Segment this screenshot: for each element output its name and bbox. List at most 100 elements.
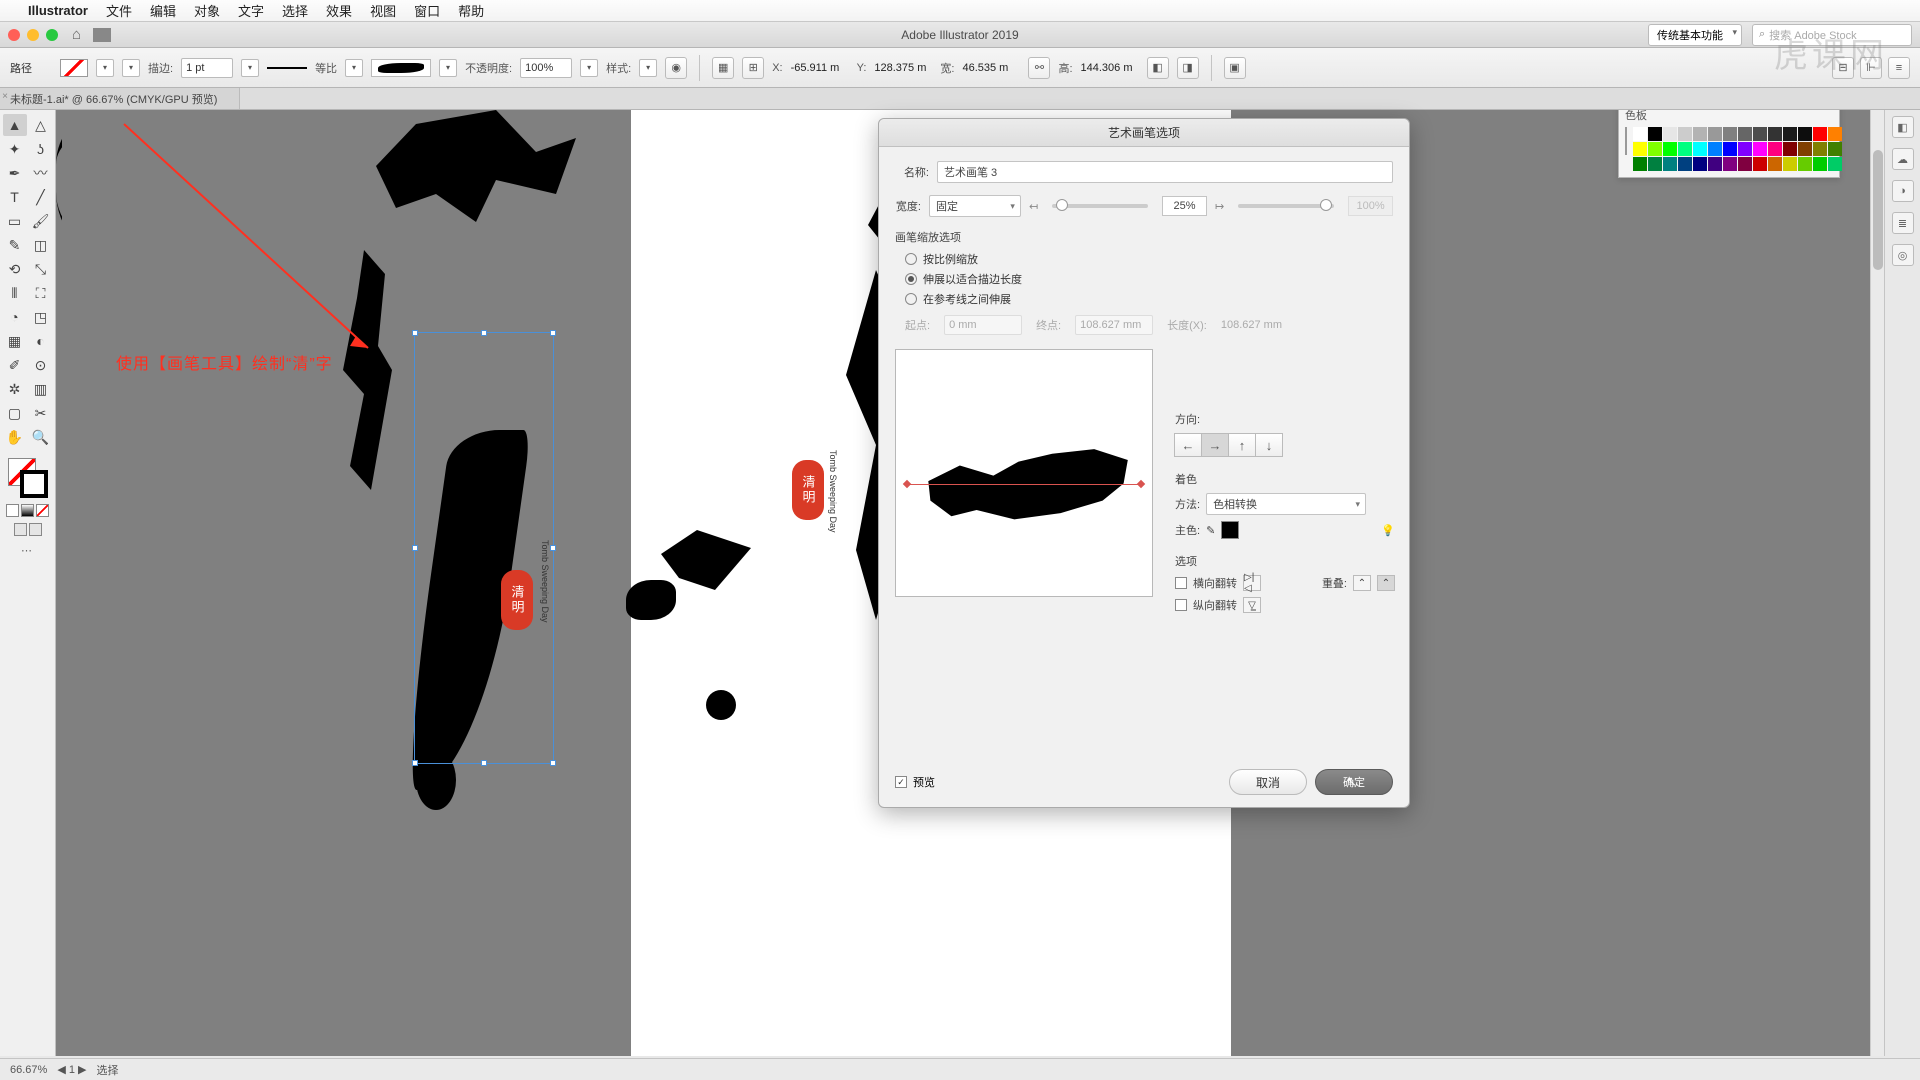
swatch[interactable] [1738,157,1752,171]
swatch[interactable] [1783,127,1797,141]
radio-stretch-guides[interactable]: 在参考线之间伸展 [905,291,1393,307]
swatch[interactable] [1693,157,1707,171]
scale-dropdown[interactable]: ▾ [345,59,363,77]
menu-object[interactable]: 对象 [194,1,220,20]
panel-menu-icon[interactable]: ≡ [1888,57,1910,79]
menu-effect[interactable]: 效果 [326,1,352,20]
swatch[interactable] [1633,157,1647,171]
swatch[interactable] [1738,127,1752,141]
flip-h-checkbox[interactable] [1175,577,1187,589]
swatch[interactable] [1693,142,1707,156]
flip-v-checkbox[interactable] [1175,599,1187,611]
paintbrush-tool[interactable]: 🖌 [29,210,53,232]
zoom-tool[interactable]: 🔍 [29,426,53,448]
h-value[interactable]: 144.306 m [1081,62,1139,74]
edit-toolbar-icon[interactable]: ⋯ [21,544,34,557]
properties-panel-icon[interactable]: ◧ [1892,116,1914,138]
width-slider-right[interactable] [1238,204,1334,208]
fill-stroke-indicator[interactable] [8,458,48,498]
w-value[interactable]: 46.535 m [962,62,1020,74]
width-percent-field[interactable]: 25% [1162,196,1207,216]
close-tab-icon[interactable]: × [0,91,12,102]
swatch[interactable] [1753,127,1767,141]
close-window[interactable] [8,29,20,41]
key-color-chip[interactable] [1221,521,1239,539]
tips-icon[interactable]: 💡 [1381,524,1395,537]
selection-tool[interactable]: ▲ [3,114,27,136]
preview-end-handle[interactable] [1137,480,1145,488]
type-tool[interactable]: T [3,186,27,208]
swatch[interactable] [1753,157,1767,171]
swatch[interactable] [1693,127,1707,141]
eyedropper-icon[interactable]: ✎ [1206,524,1215,537]
vertical-scrollbar[interactable] [1870,110,1884,1056]
brush-dropdown[interactable]: ▾ [439,59,457,77]
dir-down-button[interactable]: ↓ [1255,433,1283,457]
direct-selection-tool[interactable]: △ [29,114,53,136]
swatch[interactable] [1798,157,1812,171]
swatches-panel[interactable]: 色板 [1618,110,1840,178]
dir-left-button[interactable]: ← [1174,433,1202,457]
screen-mode-row[interactable] [14,523,42,536]
ok-button[interactable]: 确定↖ [1315,769,1393,795]
shaper-tool[interactable]: ✎ [3,234,27,256]
swatch[interactable] [1798,127,1812,141]
curvature-tool[interactable]: 〰 [29,162,53,184]
fill-stroke-swatch[interactable] [60,59,88,77]
swatch[interactable] [1768,157,1782,171]
width-tool[interactable]: ⫴ [3,282,27,304]
radio-stretch-fit[interactable]: 伸展以适合描边长度 [905,271,1393,287]
layers-panel-icon[interactable]: ≣ [1892,212,1914,234]
symbol-sprayer-tool[interactable]: ✲ [3,378,27,400]
home-icon[interactable]: ⌂ [72,26,81,43]
swatch[interactable] [1813,157,1827,171]
swatch[interactable] [1708,127,1722,141]
width-slider-left[interactable] [1052,204,1148,208]
link-wh-icon[interactable]: ⚯ [1028,57,1050,79]
menu-view[interactable]: 视图 [370,1,396,20]
menu-select[interactable]: 选择 [282,1,308,20]
y-value[interactable]: 128.375 m [874,62,932,74]
dir-right-button[interactable]: → [1201,433,1229,457]
perspective-tool[interactable]: ◳ [29,306,53,328]
swatch[interactable] [1648,142,1662,156]
preview-checkbox[interactable]: ✓ [895,776,907,788]
free-transform-tool[interactable]: ⛶ [29,282,53,304]
swatch[interactable] [1648,157,1662,171]
mesh-tool[interactable]: ▦ [3,330,27,352]
swatch[interactable] [1663,127,1677,141]
color-panel-icon[interactable]: ◑ [1892,180,1914,202]
swatch[interactable] [1663,157,1677,171]
pen-tool[interactable]: ✒ [3,162,27,184]
stroke-dropdown[interactable]: ▾ [122,59,140,77]
swatch[interactable] [1678,127,1692,141]
menu-help[interactable]: 帮助 [458,1,484,20]
swatch[interactable] [1828,142,1842,156]
column-graph-tool[interactable]: ▥ [29,378,53,400]
stock-search[interactable]: ⌕ 搜索 Adobe Stock [1752,24,1912,46]
minimize-window[interactable] [27,29,39,41]
stroke-weight-field[interactable]: 1 pt [181,58,233,78]
artboard-tool[interactable]: ▢ [3,402,27,424]
hand-tool[interactable]: ✋ [3,426,27,448]
rotate-tool[interactable]: ⟲ [3,258,27,280]
arrange-documents-icon[interactable] [93,28,111,42]
isolate-icon[interactable]: ▣ [1224,57,1246,79]
radio-proportional[interactable]: 按比例缩放 [905,251,1393,267]
slice-tool[interactable]: ✂ [29,402,53,424]
eraser-tool[interactable]: ◫ [29,234,53,256]
blend-tool[interactable]: ⊙ [29,354,53,376]
swatch[interactable] [1783,142,1797,156]
recolor-icon[interactable]: ◉ [665,57,687,79]
menu-edit[interactable]: 编辑 [150,1,176,20]
swatch[interactable] [1768,127,1782,141]
brush-definition[interactable] [371,59,431,77]
app-menu[interactable]: Illustrator [28,3,88,18]
scrollbar-thumb[interactable] [1873,150,1883,270]
menu-file[interactable]: 文件 [106,1,132,20]
transform-icon[interactable]: ⊞ [742,57,764,79]
swatch[interactable] [1723,142,1737,156]
swatch[interactable] [1633,142,1647,156]
swatch[interactable] [1768,142,1782,156]
swatch[interactable] [1633,127,1647,141]
